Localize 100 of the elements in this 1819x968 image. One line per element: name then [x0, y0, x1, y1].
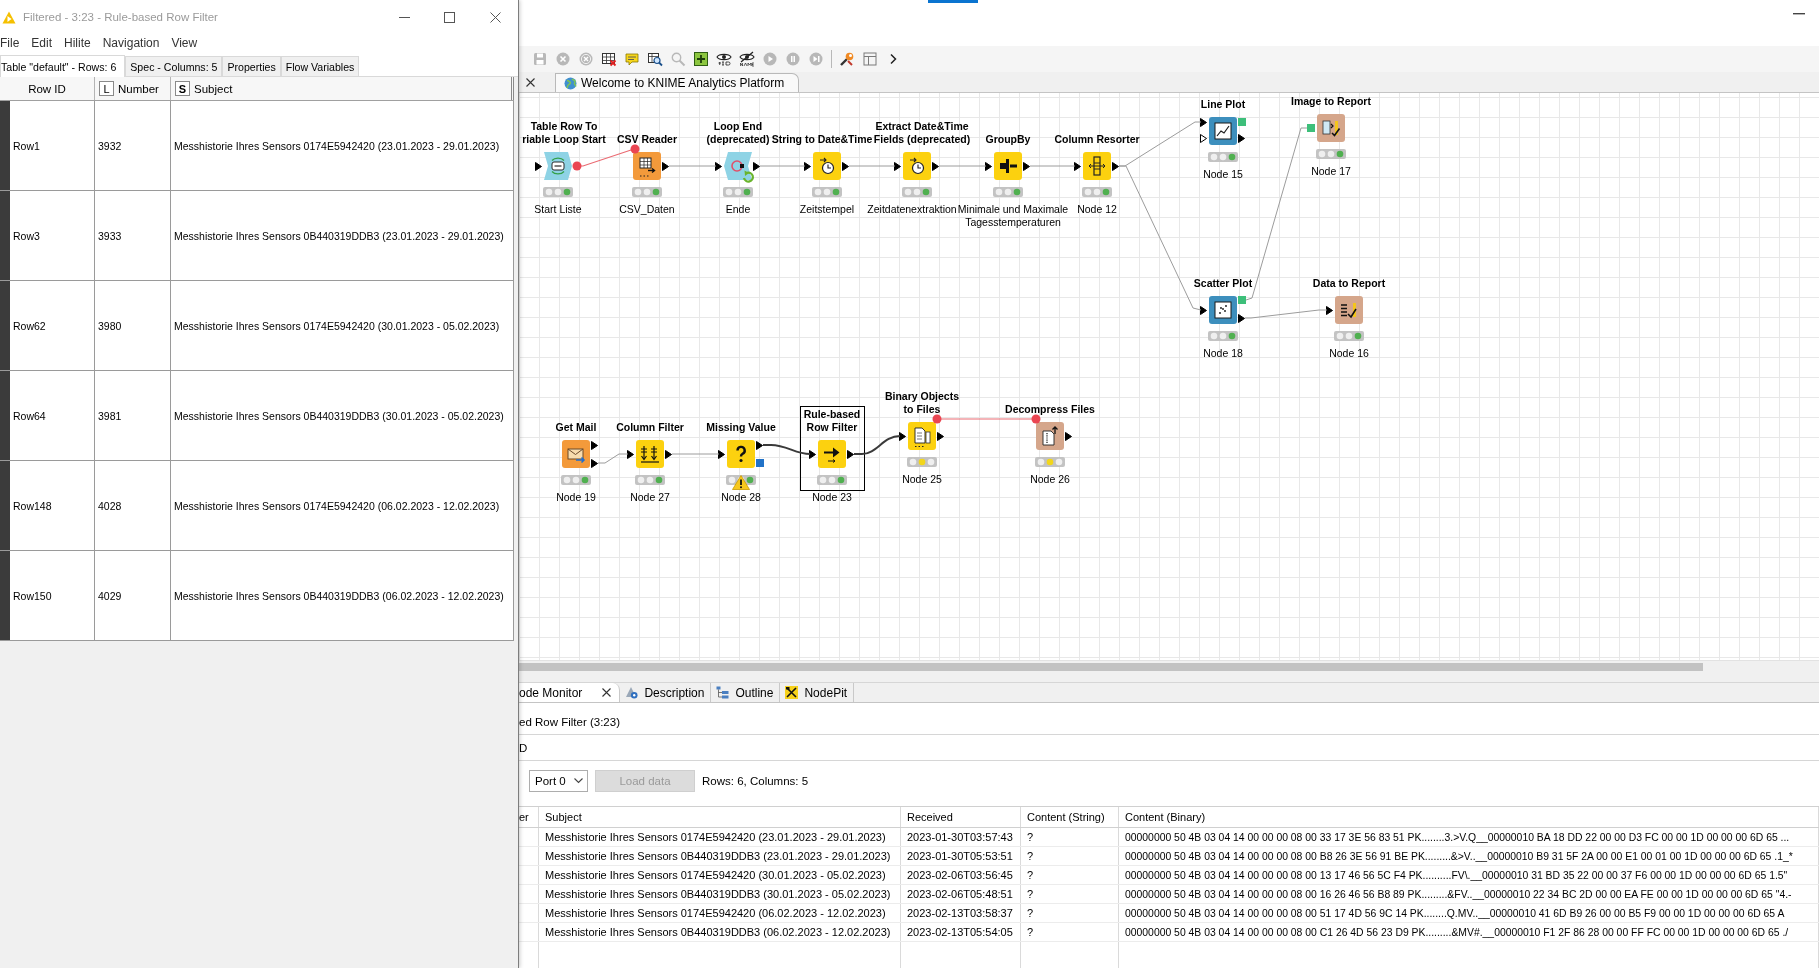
- line-chart-node-icon[interactable]: [1209, 117, 1237, 145]
- filter-node-icon[interactable]: [636, 440, 664, 468]
- table-cell: 2023-02-06T03:56:45: [901, 866, 1021, 884]
- node-name: Minimale und Maximale Tagesstemperaturen: [957, 203, 1069, 229]
- table-cell: 4029: [95, 551, 171, 640]
- node-title: Decompress Files: [1005, 403, 1095, 416]
- connection-line: [938, 165, 987, 167]
- input-port-icon[interactable]: [899, 431, 906, 441]
- table-cell: 00000000 50 4B 03 04 14 00 00 00 08 00 C1 26 4D 56 23 D9 PK.........&MV#.__00000010 F1 2F 86 28 00 00 FF FC 00 00 1D 00 00 00 6D 65 ./: [1119, 923, 1819, 941]
- node-title: Column Resorter: [1054, 133, 1140, 146]
- column-header[interactable]: er: [519, 807, 539, 827]
- question-node-icon[interactable]: [727, 440, 755, 468]
- view-tab[interactable]: Flow Variables: [280, 56, 360, 76]
- node-name: Node 27: [630, 491, 670, 504]
- menu-item[interactable]: View: [171, 36, 198, 50]
- clock-node-icon[interactable]: [903, 152, 931, 180]
- table-cell: Messhistorie Ihres Sensors 0174E5942420 (30.01.2023 - 05.02.2023): [171, 281, 514, 370]
- table-cell: 00000000 50 4B 03 04 14 00 00 00 08 00 33 17 3E 56 83 51 PK........3.>V.Q__00000010 BA 18 DD 22 00 00 D3 FC 00 00 1D 00 00 00 6D 65 ...: [1119, 828, 1819, 846]
- node-label: ed Row Filter (3:23): [519, 715, 620, 728]
- input-port-icon[interactable]: [804, 161, 811, 171]
- note-icon[interactable]: [624, 51, 640, 67]
- chevron-down-icon: [574, 778, 583, 784]
- input-port-icon[interactable]: [1074, 161, 1081, 171]
- bracket-node-icon[interactable]: [994, 152, 1022, 180]
- layout-icon[interactable]: [862, 51, 878, 67]
- input-port-icon[interactable]: [894, 161, 901, 171]
- view-tab[interactable]: Table "default" - Rows: 6: [0, 55, 126, 77]
- table-reset-icon[interactable]: [601, 51, 617, 67]
- panel-tab[interactable]: NodePit: [780, 683, 855, 702]
- menu-item[interactable]: Hilite: [64, 36, 91, 50]
- panel-tab[interactable]: Outline: [711, 683, 781, 702]
- close-icon[interactable]: [490, 11, 501, 23]
- port-dropdown[interactable]: Port 0: [529, 770, 588, 792]
- input-port-icon[interactable]: [1326, 305, 1333, 315]
- menu-item[interactable]: Edit: [31, 36, 53, 50]
- document-check-node-icon[interactable]: [1317, 114, 1345, 142]
- input-port-icon[interactable]: [809, 449, 816, 459]
- node-title: Missing Value: [706, 421, 776, 434]
- column-header[interactable]: Content (String): [1021, 807, 1119, 827]
- table-cell: 2023-02-13T05:54:05: [901, 923, 1021, 941]
- loop-end-node-icon[interactable]: [724, 152, 752, 180]
- input-port-icon[interactable]: [718, 449, 725, 459]
- file-node-icon[interactable]: [908, 422, 936, 450]
- column-header[interactable]: L Number: [95, 77, 171, 100]
- close-icon[interactable]: [526, 78, 535, 87]
- column-header[interactable]: Row ID: [0, 77, 95, 100]
- table-cell: 00000000 50 4B 03 04 14 00 00 00 08 00 B8 26 3E 56 91 BE PK.........&>V..__00000010 B9 31 5F 2A 00 00 E1 00 01 00 1D 00 00 00 6D 65 .1_*: [1119, 847, 1819, 865]
- input-port-icon[interactable]: [1200, 305, 1207, 315]
- input-port-icon[interactable]: [1307, 124, 1315, 132]
- menu-item[interactable]: Navigation: [102, 36, 160, 50]
- input-port-icon[interactable]: [535, 161, 542, 171]
- loop-node-icon[interactable]: [544, 152, 572, 180]
- editor-tab[interactable]: Welcome to KNIME Analytics Platform: [555, 73, 800, 92]
- minimize-icon[interactable]: [1793, 13, 1805, 15]
- table-node-icon[interactable]: [633, 152, 661, 180]
- scatter-chart-node-icon[interactable]: [1209, 296, 1237, 324]
- plus-square-icon[interactable]: [693, 51, 709, 67]
- crossed-tools-icon: [785, 686, 799, 699]
- input-port-icon[interactable]: [985, 161, 992, 171]
- table-cell: ?: [1021, 904, 1119, 922]
- eye-off-icon[interactable]: [739, 51, 755, 67]
- table-cell: Messhistorie Ihres Sensors 0B440319DDB3 (30.01.2023 - 05.02.2023): [539, 885, 901, 903]
- list-check-node-icon[interactable]: [1335, 296, 1363, 324]
- indicator-bar: [928, 0, 978, 3]
- table-search-icon[interactable]: [647, 51, 663, 67]
- clock-node-icon[interactable]: [813, 152, 841, 180]
- type-indicator: S: [175, 81, 190, 96]
- node-name: Node 25: [902, 473, 942, 486]
- scrollbar-thumb[interactable]: [519, 663, 1703, 671]
- arrow-node-icon[interactable]: [818, 440, 846, 468]
- loop-arrow-icon: [741, 170, 755, 184]
- connection-line: [671, 453, 720, 455]
- table-cell: Row148: [10, 461, 95, 550]
- wrench-icon[interactable]: [839, 51, 855, 67]
- close-icon[interactable]: [602, 688, 612, 697]
- menu-item[interactable]: File: [0, 36, 20, 50]
- horizontal-scrollbar[interactable]: [519, 660, 1819, 673]
- columns-node-icon[interactable]: [1083, 152, 1111, 180]
- connection-line: [848, 165, 896, 167]
- column-header[interactable]: Content (Binary): [1119, 807, 1819, 827]
- input-port-icon[interactable]: [627, 449, 634, 459]
- node-name: Node 26: [1030, 473, 1070, 486]
- view-tab[interactable]: Properties: [222, 56, 281, 76]
- column-title: Subject: [194, 82, 233, 95]
- maximize-icon[interactable]: [444, 11, 455, 23]
- column-header[interactable]: Received: [901, 807, 1021, 827]
- file-arrow-node-icon[interactable]: [1036, 422, 1064, 450]
- envelope-node-icon[interactable]: [562, 440, 590, 468]
- view-tab[interactable]: Spec - Columns: 5: [125, 56, 223, 76]
- node-title: Scatter Plot: [1193, 277, 1253, 290]
- table-cell: Row1: [10, 101, 95, 190]
- panel-tab[interactable]: ode Monitor: [519, 683, 621, 702]
- connection-line: [762, 444, 811, 455]
- column-header[interactable]: Subject: [539, 807, 901, 827]
- table-cell: Messhistorie Ihres Sensors 0B440319DDB3 (06.02.2023 - 12.02.2023): [539, 923, 901, 941]
- window-title: Filtered - 3:23 - Rule-based Row Filter: [23, 11, 218, 23]
- input-port-icon[interactable]: [715, 161, 722, 171]
- eye-icon[interactable]: [716, 51, 732, 67]
- panel-tab[interactable]: Description: [620, 683, 712, 702]
- connection-line: [759, 165, 806, 167]
